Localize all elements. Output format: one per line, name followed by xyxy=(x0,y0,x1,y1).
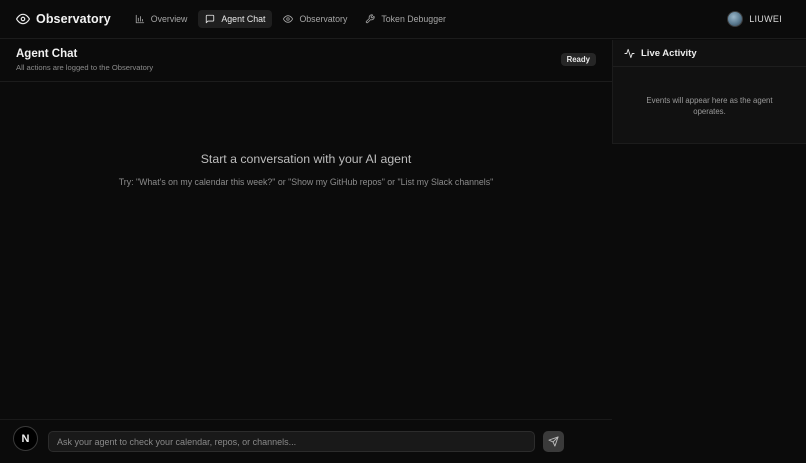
nav-item-label: Observatory xyxy=(299,14,348,24)
page-title: Agent Chat xyxy=(16,48,78,60)
live-activity-empty: Events will appear here as the agent ope… xyxy=(646,96,773,116)
top-bar: Observatory Overview Agent Chat Observat… xyxy=(0,0,806,39)
live-activity-panel: Live Activity Events will appear here as… xyxy=(612,40,806,144)
message-input[interactable] xyxy=(48,431,535,452)
page-subtitle: All actions are logged to the Observator… xyxy=(16,63,154,72)
n-logo-badge[interactable]: N xyxy=(13,426,38,451)
chat-header: Agent Chat All actions are logged to the… xyxy=(0,40,612,82)
user-menu[interactable]: LIUWEI xyxy=(727,11,782,27)
message-square-icon xyxy=(205,14,215,24)
nav-item-agent-chat[interactable]: Agent Chat xyxy=(198,10,273,28)
status-badge: Ready xyxy=(560,53,596,66)
nav-item-label: Token Debugger xyxy=(381,14,446,24)
nav-item-label: Overview xyxy=(150,14,188,24)
empty-state-hint: Try: "What's on my calendar this week?" … xyxy=(118,177,494,187)
wrench-icon xyxy=(365,14,375,24)
bar-chart-icon xyxy=(135,14,145,24)
n-logo-letter: N xyxy=(21,432,30,445)
avatar[interactable] xyxy=(727,11,744,27)
empty-state-title: Start a conversation with your AI agent xyxy=(200,152,412,166)
nav-item-token-debugger[interactable]: Token Debugger xyxy=(358,10,453,28)
nav-item-label: Agent Chat xyxy=(221,14,266,24)
live-activity-title: Live Activity xyxy=(641,47,697,59)
brand[interactable]: Observatory xyxy=(16,12,111,26)
app-root: Observatory Overview Agent Chat Observat… xyxy=(0,0,806,463)
send-icon xyxy=(548,436,559,447)
user-name: LIUWEI xyxy=(749,14,782,24)
nav-item-overview[interactable]: Overview xyxy=(128,10,195,28)
app-title: Observatory xyxy=(36,12,111,26)
eye-icon xyxy=(283,14,294,24)
main-nav: Overview Agent Chat Observatory Token De… xyxy=(128,10,457,28)
activity-icon xyxy=(624,48,635,59)
nav-item-observatory[interactable]: Observatory xyxy=(276,10,354,28)
send-button[interactable] xyxy=(543,431,564,452)
live-activity-header: Live Activity xyxy=(613,40,806,67)
eye-icon xyxy=(16,12,30,26)
